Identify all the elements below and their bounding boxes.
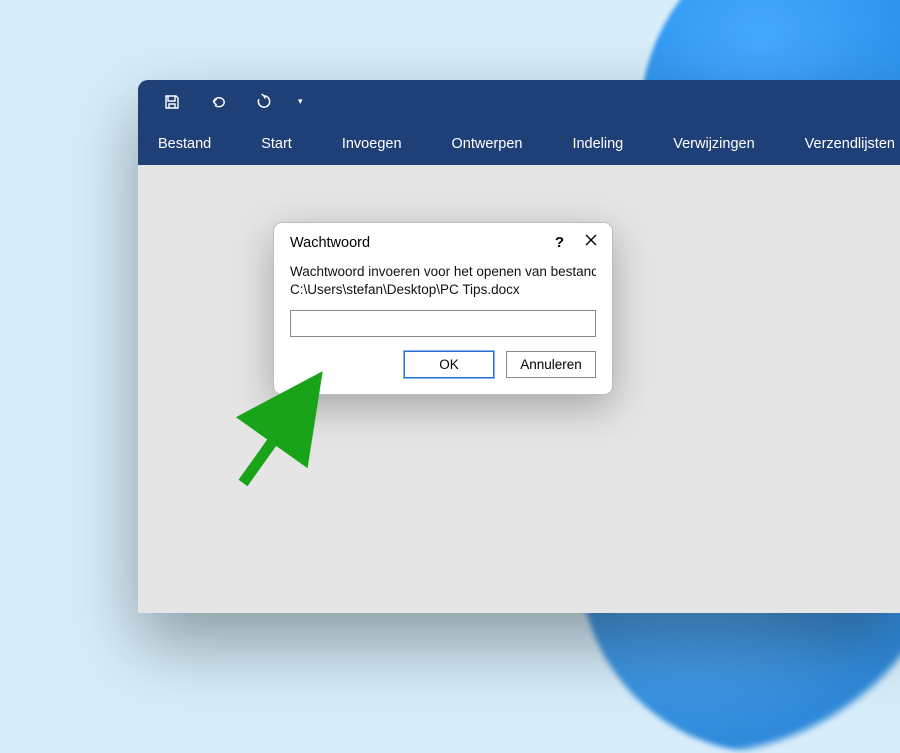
cancel-button[interactable]: Annuleren bbox=[506, 351, 596, 378]
tab-start[interactable]: Start bbox=[255, 132, 298, 156]
undo-icon[interactable] bbox=[210, 94, 226, 110]
dialog-titlebar: Wachtwoord ? bbox=[274, 223, 612, 258]
dialog-title-text: Wachtwoord bbox=[290, 235, 370, 251]
save-icon[interactable] bbox=[164, 94, 180, 110]
tab-verwijzingen[interactable]: Verwijzingen bbox=[667, 132, 760, 156]
dialog-message-line2: C:\Users\stefan\Desktop\PC Tips.docx bbox=[290, 282, 596, 297]
repeat-icon[interactable] bbox=[256, 94, 272, 110]
close-icon[interactable] bbox=[584, 233, 598, 252]
customize-qat-icon[interactable]: ▾ bbox=[298, 96, 303, 107]
password-input[interactable] bbox=[290, 310, 596, 337]
tab-verzendlijsten[interactable]: Verzendlijsten bbox=[799, 132, 900, 156]
tab-indeling[interactable]: Indeling bbox=[566, 132, 629, 156]
ok-button[interactable]: OK bbox=[404, 351, 494, 378]
tab-invoegen[interactable]: Invoegen bbox=[336, 132, 408, 156]
tab-ontwerpen[interactable]: Ontwerpen bbox=[446, 132, 529, 156]
dialog-message-line1: Wachtwoord invoeren voor het openen van … bbox=[290, 264, 596, 279]
ribbon-tabs: Bestand Start Invoegen Ontwerpen Indelin… bbox=[138, 123, 900, 165]
tab-bestand[interactable]: Bestand bbox=[152, 132, 217, 156]
password-dialog: Wachtwoord ? Wachtwoord invoeren voor he… bbox=[273, 222, 613, 395]
quick-access-toolbar: ▾ bbox=[138, 80, 900, 123]
help-icon[interactable]: ? bbox=[555, 234, 564, 251]
